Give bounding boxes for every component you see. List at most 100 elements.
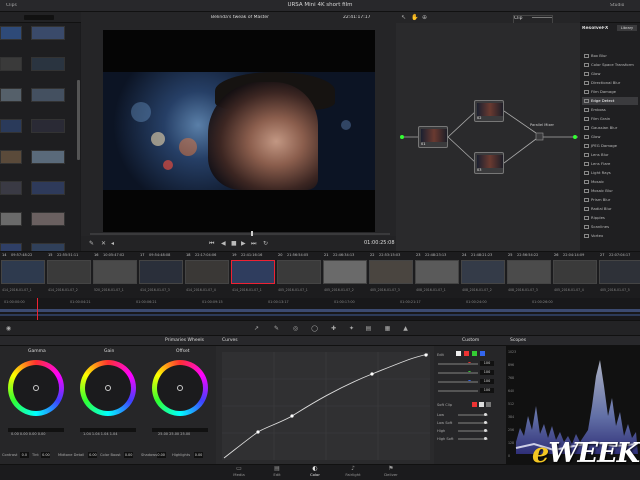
viewer-frame[interactable] bbox=[103, 30, 375, 232]
node-03[interactable]: 03 bbox=[474, 152, 504, 174]
effect-item[interactable]: Glow bbox=[582, 133, 638, 141]
gain-values[interactable]: 1.04 1.04 1.04 1.04 bbox=[83, 432, 118, 436]
loop-icon[interactable]: ↻ bbox=[263, 240, 268, 247]
media-thumbnail[interactable] bbox=[0, 181, 22, 195]
soft-clip-gray[interactable] bbox=[486, 402, 491, 407]
page-media-button[interactable]: ▭ Media bbox=[224, 465, 254, 477]
media-thumbnail[interactable] bbox=[0, 212, 22, 226]
clip-thumbnail[interactable] bbox=[47, 260, 91, 284]
clip-thumbnail[interactable] bbox=[139, 260, 183, 284]
control-value[interactable]: 0.00 bbox=[124, 452, 134, 458]
page-edit-button[interactable]: ▤ Edit bbox=[262, 465, 292, 477]
media-scrollbar[interactable] bbox=[77, 80, 80, 160]
effect-item[interactable]: Film Grain bbox=[582, 115, 638, 123]
media-thumbnail[interactable] bbox=[0, 88, 22, 102]
effect-item[interactable]: Lens Flare bbox=[582, 160, 638, 168]
close-icon[interactable]: ✕ bbox=[101, 240, 106, 247]
effect-item[interactable]: Mosaic bbox=[582, 178, 638, 186]
window-icon[interactable]: ◯ bbox=[311, 325, 318, 332]
custom-value-1[interactable]: 100 bbox=[480, 361, 494, 366]
control-value[interactable]: 0.00 bbox=[88, 452, 98, 458]
media-thumbnail[interactable] bbox=[0, 119, 22, 133]
custom-value-2[interactable]: 100 bbox=[480, 370, 494, 375]
media-thumbnail[interactable] bbox=[31, 119, 65, 133]
sizing-icon[interactable]: ▲ bbox=[402, 325, 409, 332]
media-thumbnail[interactable] bbox=[31, 57, 65, 71]
clip-thumbnail[interactable] bbox=[461, 260, 505, 284]
green-swatch[interactable] bbox=[472, 351, 477, 356]
effect-item[interactable]: JPEG Damage bbox=[582, 142, 638, 150]
clip-thumbnail[interactable] bbox=[415, 260, 459, 284]
control-value[interactable]: 0.00 bbox=[41, 452, 51, 458]
play-icon[interactable]: ▶ bbox=[241, 240, 246, 247]
magic-mask-icon[interactable]: ✦ bbox=[348, 325, 355, 332]
clip-thumbnail[interactable] bbox=[1, 260, 45, 284]
skip-back-icon[interactable]: ⏮ bbox=[209, 240, 214, 248]
pencil-icon[interactable]: ✎ bbox=[89, 240, 94, 247]
hand-icon[interactable]: ✋ bbox=[411, 14, 418, 21]
zoom-slider[interactable] bbox=[532, 17, 552, 18]
media-thumbnail[interactable] bbox=[31, 88, 65, 102]
node-01[interactable]: 01 bbox=[418, 126, 448, 148]
custom-value-4[interactable]: 100 bbox=[480, 388, 494, 393]
clip-thumbnail[interactable] bbox=[323, 260, 367, 284]
custom-value-3[interactable]: 100 bbox=[480, 379, 494, 384]
camera-raw-icon[interactable]: ◉ bbox=[5, 325, 12, 332]
effect-item[interactable]: Glow bbox=[582, 70, 638, 78]
red-swatch[interactable] bbox=[464, 351, 469, 356]
clip-thumbnail[interactable] bbox=[553, 260, 597, 284]
gamma-wheel[interactable] bbox=[8, 360, 64, 416]
offset-values[interactable]: 25.00 25.00 25.00 bbox=[158, 432, 190, 436]
clip-thumbnail[interactable] bbox=[231, 260, 275, 284]
media-search-input[interactable] bbox=[24, 15, 54, 20]
effect-item[interactable]: Gaussian Blur bbox=[582, 124, 638, 132]
node-input[interactable] bbox=[400, 135, 404, 139]
effect-item[interactable]: Box Blur bbox=[582, 52, 638, 60]
effect-item[interactable]: Prism Blur bbox=[582, 196, 638, 204]
skip-forward-icon[interactable]: ⏭ bbox=[251, 240, 256, 248]
effect-item[interactable]: Vortex bbox=[582, 232, 638, 240]
media-thumbnail[interactable] bbox=[0, 57, 22, 71]
media-thumbnail[interactable] bbox=[31, 212, 65, 226]
node-02[interactable]: 02 bbox=[474, 100, 504, 122]
key-icon[interactable]: ▦ bbox=[384, 325, 391, 332]
effect-item[interactable]: Directional Blur bbox=[582, 79, 638, 87]
clip-thumbnail[interactable] bbox=[507, 260, 551, 284]
timeline-playhead[interactable] bbox=[37, 298, 38, 320]
page-fairlight-button[interactable]: ♪ Fairlight bbox=[338, 465, 368, 477]
blur-icon[interactable]: ▤ bbox=[365, 325, 372, 332]
curve-line[interactable] bbox=[222, 352, 430, 460]
viewer-scrubber[interactable] bbox=[90, 233, 390, 235]
tracker-icon[interactable]: ✚ bbox=[330, 325, 337, 332]
stop-icon[interactable]: ■ bbox=[231, 240, 237, 247]
effect-item[interactable]: Film Damage bbox=[582, 88, 638, 96]
audio-track[interactable] bbox=[0, 314, 640, 316]
luma-swatch[interactable] bbox=[456, 351, 461, 356]
soft-clip-white[interactable] bbox=[479, 402, 484, 407]
qualifier-icon[interactable]: ◎ bbox=[292, 325, 299, 332]
effect-item[interactable]: Scanlines bbox=[582, 223, 638, 231]
media-thumbnail[interactable] bbox=[31, 26, 65, 40]
page-color-button[interactable]: ◐ Color bbox=[300, 465, 330, 477]
node-output[interactable] bbox=[573, 135, 577, 139]
blue-swatch[interactable] bbox=[480, 351, 485, 356]
zoom-icon[interactable]: ⊕ bbox=[422, 14, 427, 21]
control-value[interactable]: 0.00 bbox=[194, 452, 203, 458]
curves-tool-icon[interactable]: ↗ bbox=[253, 325, 260, 332]
clip-thumbnail[interactable] bbox=[93, 260, 137, 284]
page-deliver-button[interactable]: ⚑ Deliver bbox=[376, 465, 406, 477]
eyedropper-icon[interactable]: ✎ bbox=[273, 325, 280, 332]
library-button[interactable]: Library bbox=[617, 25, 637, 31]
pointer-icon[interactable]: ↖ bbox=[401, 14, 406, 21]
studio-label[interactable]: Studio bbox=[610, 3, 624, 8]
clip-thumbnail[interactable] bbox=[185, 260, 229, 284]
media-thumbnail[interactable] bbox=[0, 150, 22, 164]
video-track[interactable] bbox=[0, 309, 640, 312]
clip-thumbnail[interactable] bbox=[599, 260, 640, 284]
effect-item[interactable]: Light Rays bbox=[582, 169, 638, 177]
control-value[interactable]: 0.0 bbox=[19, 452, 29, 458]
effect-item[interactable]: Radial Blur bbox=[582, 205, 638, 213]
effect-item[interactable]: Emboss bbox=[582, 106, 638, 114]
clip-thumbnail[interactable] bbox=[277, 260, 321, 284]
media-thumbnail[interactable] bbox=[31, 150, 65, 164]
